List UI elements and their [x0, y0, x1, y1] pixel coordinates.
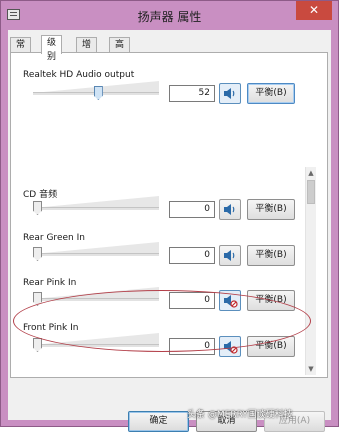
channels-scrollbar[interactable]: ▲ ▼: [305, 167, 316, 375]
channel-cd-speaker-button[interactable]: [219, 199, 241, 220]
master-value-field[interactable]: 52: [169, 85, 215, 102]
speaker-properties-window: 扬声器 属性 ✕ 常规 级别 增强 高级 Realtek HD Audio ou…: [0, 0, 339, 432]
channel-rear-green-slider-track[interactable]: [33, 253, 159, 257]
channel-rear-green-slider-thumb[interactable]: [33, 247, 42, 261]
channel-rear-green-speaker-button[interactable]: [219, 245, 241, 266]
channel-cd-value-field[interactable]: 0: [169, 201, 215, 218]
scroll-down-icon[interactable]: ▼: [306, 364, 316, 374]
channel-rear-green-balance-button[interactable]: 平衡(B): [247, 245, 295, 266]
close-icon: ✕: [308, 3, 320, 17]
channel-cd-slider-thumb[interactable]: [33, 201, 42, 215]
master-balance-button[interactable]: 平衡(B): [247, 83, 295, 104]
close-button[interactable]: ✕: [296, 1, 332, 20]
tab-advanced[interactable]: 高级: [109, 37, 131, 64]
section-divider: [19, 160, 310, 161]
window-title: 扬声器 属性: [137, 10, 202, 24]
dialog-client: 常规 级别 增强 高级 Realtek HD Audio output 52 平…: [8, 30, 331, 432]
channel-front-pink-slider-thumb[interactable]: [33, 338, 42, 352]
highlight-ellipse-annotation: [13, 290, 311, 352]
master-speaker-button[interactable]: [219, 83, 241, 104]
scrollbar-thumb[interactable]: [307, 180, 315, 204]
channel-cd-slider-track[interactable]: [33, 207, 159, 211]
tab-levels[interactable]: 级别: [41, 35, 63, 62]
master-slider-thumb[interactable]: [93, 86, 103, 100]
tab-enhancements[interactable]: 增强: [76, 37, 98, 64]
ok-button[interactable]: 确定: [128, 411, 189, 432]
watermark: 头条 @MERRY国谈硬科技: [187, 410, 293, 420]
title-bar[interactable]: 扬声器 属性 ✕: [1, 1, 338, 30]
scroll-up-icon[interactable]: ▲: [306, 168, 316, 178]
master-label: Realtek HD Audio output: [23, 70, 135, 80]
channel-cd-balance-button[interactable]: 平衡(B): [247, 199, 295, 220]
channel-rear-green-value-field[interactable]: 0: [169, 247, 215, 264]
tab-general[interactable]: 常规: [10, 37, 32, 64]
